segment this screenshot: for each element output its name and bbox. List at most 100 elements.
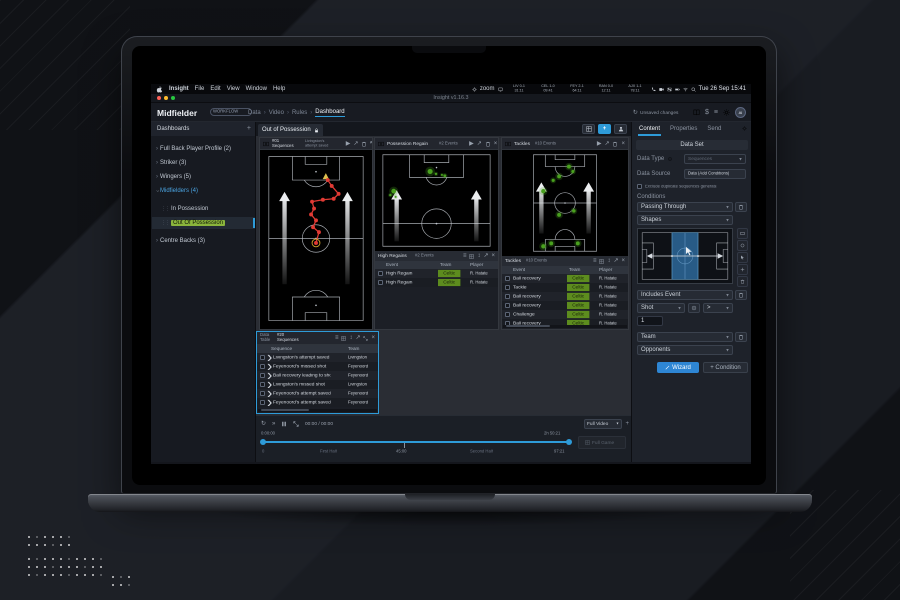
menu-icon[interactable]: ≡ [335,335,339,341]
tab-content[interactable]: Content [638,122,661,136]
menubar-menu-view[interactable]: View [227,86,240,92]
menubar-menu-file[interactable]: File [195,86,205,92]
sequence-row[interactable]: ›Ball recovery leading to shotFeyenoord [257,371,378,380]
sequence-row[interactable]: ›Feyenoord's attempt savedFeyenoord [257,398,378,407]
trash-icon[interactable] [361,141,367,147]
tab-send[interactable]: Send [706,122,722,136]
delete-zone-tool-button[interactable] [737,276,748,287]
table-row[interactable]: Ball recoveryCelticR. Hatate [502,301,628,310]
minimize-window-button[interactable] [164,96,168,100]
toggles-icon[interactable] [667,87,672,92]
opponents-select[interactable]: Opponents▾ [637,345,733,355]
row-checkbox[interactable] [260,382,265,387]
info-icon[interactable] [668,157,672,161]
fullscreen-icon[interactable] [293,421,299,427]
row-expander[interactable]: › [267,380,272,389]
play-icon[interactable]: ▶ [597,141,602,147]
row-checkbox[interactable] [260,355,265,360]
menubar-app-name[interactable]: Insight [169,86,189,92]
row-expander[interactable]: › [267,371,272,380]
circle-tool-button[interactable] [737,240,748,251]
team-select[interactable]: Team▾ [637,332,733,342]
table-row[interactable]: Ball recoveryCelticR. Hatate [502,292,628,301]
wifi-icon[interactable] [683,87,688,92]
table-row[interactable]: High RegainCelticR. Hatate [375,269,498,278]
wizard-button[interactable]: Wizard [657,362,699,373]
sequence-row[interactable]: ›Feyenoord's attempt savedFeyenoord [257,389,378,398]
grid-icon[interactable] [469,254,474,259]
window-titlebar[interactable]: Insight v1.16.3 [151,94,751,103]
breadcrumb-rules[interactable]: Rules [292,110,307,116]
row-checkbox[interactable] [260,391,265,396]
rectangle-tool-button[interactable] [737,228,748,239]
full-video-button[interactable]: Full Video▾ [584,419,622,429]
horizontal-scrollbar[interactable] [503,325,627,328]
sidebar-item-midfielders-4-[interactable]: ›Midfielders (4) [152,185,255,197]
row-checkbox[interactable] [505,303,510,308]
panel-sequences[interactable]: #01Sequences Livingston'sattempt saved ▶… [259,137,373,330]
pitch-zone-editor[interactable] [637,228,733,284]
shapes-select[interactable]: Shapes▾ [637,215,733,225]
row-checkbox[interactable] [260,400,265,405]
shot-select[interactable]: Shot▾ [637,303,685,313]
settings-gear-icon[interactable] [723,109,730,116]
sequence-row[interactable]: ›Livingston's attempt savedLivingston [257,353,378,362]
share-icon[interactable]: ↗ [355,335,360,341]
add-panel-button[interactable]: + [598,124,611,134]
row-expander[interactable]: › [267,353,272,362]
row-checkbox[interactable] [260,364,265,369]
sort-icon[interactable]: ↕ [349,335,352,341]
menu-icon[interactable]: ≡ [593,258,597,264]
row-checkbox[interactable] [505,285,510,290]
close-icon[interactable]: × [491,253,495,259]
table-row[interactable]: High RegainCelticR. Hatate [375,278,498,287]
delete-condition-button[interactable] [735,290,747,300]
sequence-row[interactable]: ›Feyenoord's missed shotFeyenoord [257,362,378,371]
grid-view-button[interactable] [582,124,595,134]
panel-data-table[interactable]: DataTable #20Sequences ≡ ↕ ↗ × [256,331,379,414]
share-icon[interactable]: ↗ [604,141,609,147]
grid-icon[interactable] [341,336,346,341]
row-checkbox[interactable] [505,312,510,317]
menubar-menu-help[interactable]: Help [273,86,285,92]
tab-sequences[interactable]: #01Sequences [272,139,294,149]
share-icon[interactable]: ↗ [477,141,482,147]
trash-icon[interactable] [612,141,618,147]
add-dashboard-button[interactable]: + [247,125,251,132]
expand-icon[interactable] [363,336,368,341]
exclude-duplicates-checkbox[interactable] [637,184,642,189]
close-icon[interactable]: × [494,141,498,147]
operator-select[interactable]: >▾ [703,303,733,313]
apple-menu-icon[interactable] [156,86,163,93]
row-checkbox[interactable] [505,276,510,281]
row-checkbox[interactable] [260,373,265,378]
list-icon[interactable]: ≡ [714,109,718,116]
add-zone-tool-button[interactable] [737,264,748,275]
breadcrumb-video[interactable]: Video [269,110,284,116]
add-condition-button[interactable]: + Condition [703,362,748,373]
passing-through-select[interactable]: Passing Through▾ [637,202,733,212]
skip-icon[interactable]: » [272,421,275,427]
avatar[interactable]: AI [735,107,746,118]
table-row[interactable]: Ball recoveryCelticR. Hatate [502,274,628,283]
row-expander[interactable]: › [267,389,272,398]
close-window-button[interactable] [157,96,161,100]
sidebar-item-wingers-5-[interactable]: ›Wingers (5) [152,171,255,183]
full-game-button[interactable]: Full Game [578,436,626,449]
tab-properties[interactable]: Properties [669,122,698,136]
close-icon[interactable]: × [371,335,375,341]
sort-icon[interactable]: ↕ [477,253,480,259]
sequence-row[interactable]: ›Livingston's missed shotLivingston [257,380,378,389]
library-icon[interactable] [693,109,700,116]
operand-input[interactable]: 1 [637,316,663,326]
data-type-select[interactable]: Sequences▾ [684,154,746,164]
battery-icon[interactable] [675,87,680,92]
grid-icon[interactable] [599,259,604,264]
share-icon[interactable]: ↗ [613,258,618,264]
tab-data-table[interactable]: DataTable [260,333,270,343]
panel-options-icon[interactable] [742,126,747,131]
phone-icon[interactable] [651,87,656,92]
sidebar-item-out-of-possession[interactable]: ⋮⋮Out Of Possession [152,217,255,229]
delete-condition-button[interactable] [735,202,747,212]
close-icon[interactable]: × [621,141,625,147]
